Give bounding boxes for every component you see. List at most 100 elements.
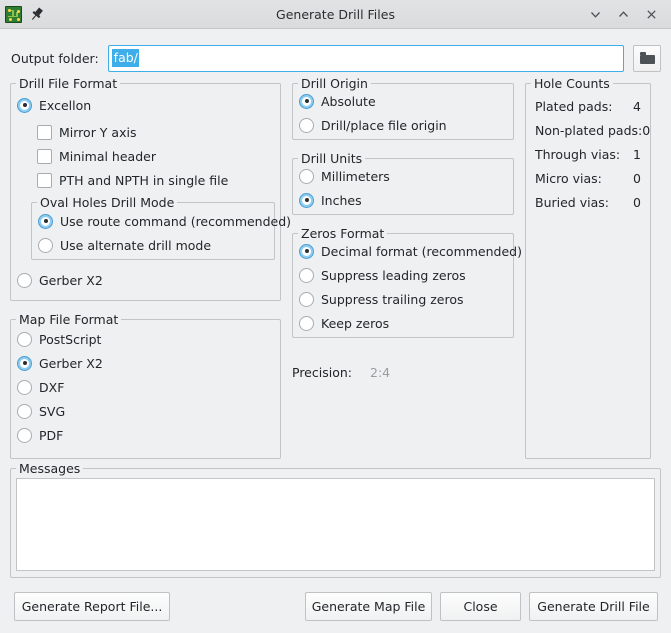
title-bar: Generate Drill Files xyxy=(0,0,671,29)
dialog-button-bar: Generate Report File... Generate Map Fil… xyxy=(0,592,671,633)
hole-count-value-non-plated-pads: 0 xyxy=(642,122,651,138)
hole-count-row-micro-vias: Micro vias: 0 xyxy=(535,166,641,190)
radio-gerber-x2-drill-indicator xyxy=(17,272,32,288)
window-controls xyxy=(588,7,671,22)
radio-zeros-decimal-label: Decimal format (recommended) xyxy=(321,243,522,259)
checkbox-pth-npth-single-file[interactable]: PTH and NPTH in single file xyxy=(37,168,228,192)
group-zeros-format: Zeros Format Decimal format (recommended… xyxy=(292,226,522,338)
precision-value: 2:4 xyxy=(370,365,391,380)
output-folder-value: fab/ xyxy=(111,48,139,68)
radio-map-postscript-label: PostScript xyxy=(39,331,102,347)
generate-drill-file-button[interactable]: Generate Drill File xyxy=(529,592,658,621)
radio-map-pdf[interactable]: PDF xyxy=(17,423,63,447)
hole-count-label-plated-pads: Plated pads: xyxy=(535,98,613,114)
radio-origin-drill-place-file[interactable]: Drill/place file origin xyxy=(299,113,447,137)
radio-origin-drill-place-file-indicator xyxy=(299,117,314,133)
radio-zeros-keep-label: Keep zeros xyxy=(321,315,390,331)
checkbox-pth-npth-single-file-box xyxy=(37,172,52,188)
group-hole-counts: Hole Counts Plated pads: 4 Non-plated pa… xyxy=(525,76,651,459)
radio-use-route-command-label: Use route command (recommended) xyxy=(60,213,292,229)
radio-zeros-suppress-trailing-indicator xyxy=(299,291,314,307)
hole-count-row-non-plated-pads: Non-plated pads: 0 xyxy=(535,118,650,142)
group-messages: Messages xyxy=(10,461,661,578)
radio-zeros-suppress-leading[interactable]: Suppress leading zeros xyxy=(299,263,466,287)
folder-icon xyxy=(639,52,655,64)
checkbox-pth-npth-single-file-label: PTH and NPTH in single file xyxy=(59,172,229,188)
checkbox-minimal-header-label: Minimal header xyxy=(59,148,156,164)
hole-count-row-plated-pads: Plated pads: 4 xyxy=(535,94,641,118)
radio-zeros-suppress-leading-indicator xyxy=(299,267,314,283)
radio-map-svg-indicator xyxy=(17,403,32,419)
precision-row: Precision: 2:4 xyxy=(292,365,390,380)
radio-map-dxf-label: DXF xyxy=(39,379,65,395)
messages-textarea[interactable] xyxy=(16,478,655,571)
radio-map-postscript-indicator xyxy=(17,331,32,347)
checkbox-minimal-header-box xyxy=(37,148,52,164)
group-drill-units: Drill Units Millimeters Inches xyxy=(292,151,514,215)
checkbox-minimal-header[interactable]: Minimal header xyxy=(37,144,156,168)
radio-origin-drill-place-file-label: Drill/place file origin xyxy=(321,117,447,133)
precision-label: Precision: xyxy=(292,365,352,380)
window-title: Generate Drill Files xyxy=(276,6,395,22)
checkbox-mirror-y-axis-box xyxy=(37,124,52,140)
radio-gerber-x2-drill-label: Gerber X2 xyxy=(39,272,103,288)
radio-map-svg-label: SVG xyxy=(39,403,66,419)
group-map-file-format: Map File Format PostScript Gerber X2 DXF… xyxy=(10,312,281,459)
radio-gerber-x2-drill[interactable]: Gerber X2 xyxy=(17,268,103,292)
radio-use-alternate-drill-mode-indicator xyxy=(38,237,53,253)
browse-folder-button[interactable] xyxy=(633,44,661,72)
radio-zeros-decimal[interactable]: Decimal format (recommended) xyxy=(299,239,522,263)
output-folder-row: Output folder: fab/ xyxy=(0,29,671,77)
radio-origin-absolute-indicator xyxy=(299,93,314,109)
generate-map-file-button[interactable]: Generate Map File xyxy=(305,592,432,621)
radio-zeros-suppress-trailing-label: Suppress trailing zeros xyxy=(321,291,464,307)
radio-origin-absolute-label: Absolute xyxy=(321,93,376,109)
minimize-button[interactable] xyxy=(588,7,603,22)
hole-count-value-micro-vias: 0 xyxy=(633,170,641,186)
checkbox-mirror-y-axis[interactable]: Mirror Y axis xyxy=(37,120,136,144)
hole-count-label-buried-vias: Buried vias: xyxy=(535,194,609,210)
radio-use-alternate-drill-mode[interactable]: Use alternate drill mode xyxy=(38,233,211,257)
radio-map-gerber-x2-label: Gerber X2 xyxy=(39,355,103,371)
close-button[interactable] xyxy=(644,7,659,22)
group-drill-origin: Drill Origin Absolute Drill/place file o… xyxy=(292,76,514,140)
group-title-hole-counts: Hole Counts xyxy=(531,76,613,91)
hole-count-value-buried-vias: 0 xyxy=(633,194,641,210)
group-title-drill-file-format: Drill File Format xyxy=(16,76,121,91)
close-button-dialog[interactable]: Close xyxy=(440,592,521,621)
main-options-area: Drill File Format Excellon Mirror Y axis… xyxy=(0,76,671,467)
hole-count-label-through-vias: Through vias: xyxy=(535,146,621,162)
generate-report-file-button[interactable]: Generate Report File... xyxy=(14,592,170,621)
pin-icon[interactable] xyxy=(28,6,45,23)
group-title-map-file-format: Map File Format xyxy=(16,312,122,327)
radio-excellon-indicator xyxy=(17,97,32,113)
radio-map-dxf-indicator xyxy=(17,379,32,395)
group-oval-holes-drill-mode: Oval Holes Drill Mode Use route command … xyxy=(31,195,291,260)
hole-count-value-through-vias: 1 xyxy=(633,146,641,162)
checkbox-mirror-y-axis-label: Mirror Y axis xyxy=(59,124,137,140)
pcb-board-icon xyxy=(5,5,22,23)
radio-units-millimeters[interactable]: Millimeters xyxy=(299,164,390,188)
radio-map-postscript[interactable]: PostScript xyxy=(17,327,101,351)
radio-zeros-suppress-leading-label: Suppress leading zeros xyxy=(321,267,466,283)
radio-units-inches-indicator xyxy=(299,192,314,208)
radio-origin-absolute[interactable]: Absolute xyxy=(299,89,376,113)
group-title-messages: Messages xyxy=(16,461,84,476)
radio-units-inches-label: Inches xyxy=(321,192,362,208)
radio-map-pdf-label: PDF xyxy=(39,427,64,443)
group-title-oval-holes-drill-mode: Oval Holes Drill Mode xyxy=(37,195,178,210)
output-folder-input[interactable]: fab/ xyxy=(107,44,624,72)
hole-count-row-buried-vias: Buried vias: 0 xyxy=(535,190,641,214)
radio-map-svg[interactable]: SVG xyxy=(17,399,65,423)
output-folder-label: Output folder: xyxy=(11,50,99,66)
radio-use-route-command[interactable]: Use route command (recommended) xyxy=(38,209,291,233)
radio-zeros-keep[interactable]: Keep zeros xyxy=(299,311,389,335)
maximize-button[interactable] xyxy=(616,7,631,22)
radio-map-gerber-x2[interactable]: Gerber X2 xyxy=(17,351,103,375)
radio-zeros-suppress-trailing[interactable]: Suppress trailing zeros xyxy=(299,287,464,311)
radio-excellon[interactable]: Excellon xyxy=(17,93,91,117)
radio-units-inches[interactable]: Inches xyxy=(299,188,362,212)
radio-map-dxf[interactable]: DXF xyxy=(17,375,64,399)
radio-zeros-decimal-indicator xyxy=(299,243,314,259)
hole-count-row-through-vias: Through vias: 1 xyxy=(535,142,641,166)
